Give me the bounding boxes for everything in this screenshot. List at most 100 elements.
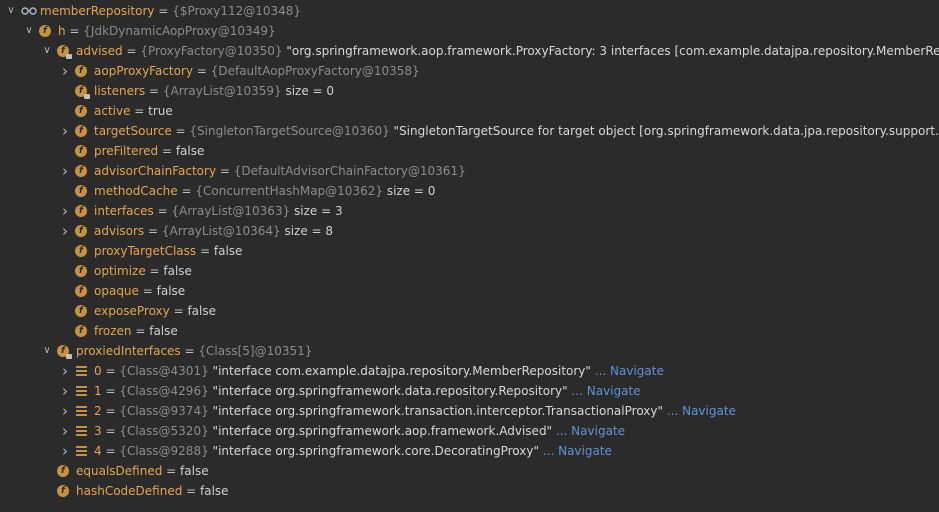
chevron-down-icon[interactable]: ∨ — [40, 41, 54, 61]
tree-row-text: advisors = {ArrayList@10364} size = 8 — [94, 221, 333, 241]
tree-row-text: aopProxyFactory = {DefaultAopProxyFactor… — [94, 61, 420, 81]
navigate-link[interactable]: ... Navigate — [667, 404, 736, 418]
variable-name: memberRepository — [40, 4, 155, 18]
tree-row[interactable]: ›fmethodCache = {ConcurrentHashMap@10362… — [0, 181, 939, 201]
chevron-right-icon[interactable]: › — [58, 361, 72, 381]
variable-name: 2 — [94, 404, 102, 418]
chevron-right-icon[interactable]: › — [58, 401, 72, 421]
variable-name: 4 — [94, 444, 102, 458]
field-icon: f — [75, 185, 87, 197]
variable-name: equalsDefined — [76, 464, 163, 478]
tree-row-text: methodCache = {ConcurrentHashMap@10362} … — [94, 181, 435, 201]
equals-sign: = — [180, 344, 199, 358]
tree-row[interactable]: ›fexposeProxy = false — [0, 301, 939, 321]
tree-row-text: proxyTargetClass = false — [94, 241, 242, 261]
tree-row[interactable]: › 4 = {Class@9288} "interface org.springf… — [0, 441, 939, 461]
array-element-icon — [76, 366, 87, 376]
lock-icon — [66, 54, 72, 59]
tree-row[interactable]: › f targetSource = {SingletonTargetSource@… — [0, 121, 939, 141]
navigate-link[interactable]: ... Navigate — [595, 364, 664, 378]
tree-row[interactable]: ∨ f h = {JdkDynamicAopProxy@10349} — [0, 21, 939, 41]
object-reference: {ArrayList@10359} — [162, 84, 282, 98]
variable-value: false — [180, 464, 209, 478]
tree-row[interactable]: › 0 = {Class@4301} "interface com.example… — [0, 361, 939, 381]
chevron-right-icon[interactable]: › — [58, 161, 72, 181]
equals-sign: = — [162, 464, 181, 478]
debugger-variables-tree[interactable]: ∨ memberRepository = {$Proxy112@10348} ∨ f h… — [0, 1, 939, 501]
chevron-right-icon[interactable]: › — [58, 441, 72, 461]
equals-sign: = — [193, 64, 211, 78]
tree-row-text: listeners = {ArrayList@10359} size = 0 — [94, 81, 334, 101]
tree-row[interactable]: ›foptimize = false — [0, 261, 939, 281]
tree-row[interactable]: › f aopProxyFactory = {DefaultAopProxyFact… — [0, 61, 939, 81]
chevron-right-icon[interactable]: › — [58, 221, 72, 241]
chevron-right-icon[interactable]: › — [58, 201, 72, 221]
collection-size: size = 3 — [294, 204, 343, 218]
string-value: "interface org.springframework.aop.frame… — [212, 424, 553, 438]
object-reference: {Class@9374} — [119, 404, 209, 418]
field-icon: f — [75, 125, 87, 137]
tree-row[interactable]: › 1 = {Class@4296} "interface org.springf… — [0, 381, 939, 401]
variable-name: proxyTargetClass — [94, 244, 197, 258]
chevron-down-icon[interactable]: ∨ — [22, 21, 36, 41]
field-icon: f — [75, 285, 87, 297]
equals-sign: = — [153, 204, 172, 218]
tree-row[interactable]: › 2 = {Class@9374} "interface org.springf… — [0, 401, 939, 421]
field-icon: f — [75, 165, 87, 177]
variable-name: optimize — [94, 264, 146, 278]
collection-size: size = 8 — [284, 224, 334, 238]
string-value: "interface com.example.datajpa.repositor… — [212, 364, 591, 378]
equals-sign: = — [144, 224, 162, 238]
field-icon: f — [75, 245, 87, 257]
variable-value: false — [200, 484, 229, 498]
tree-row[interactable]: › 3 = {Class@5320} "interface org.springf… — [0, 421, 939, 441]
chevron-right-icon[interactable]: › — [58, 121, 72, 141]
tree-row-text: advisorChainFactory = {DefaultAdvisorCha… — [94, 161, 466, 181]
watch-icon — [21, 7, 37, 15]
field-icon: f — [75, 85, 90, 99]
chevron-right-icon[interactable]: › — [58, 421, 72, 441]
chevron-right-icon[interactable]: › — [58, 61, 72, 81]
field-icon: f — [57, 465, 69, 477]
object-reference: {Class@5320} — [119, 424, 209, 438]
tree-row[interactable]: ∨ memberRepository = {$Proxy112@10348} — [0, 1, 939, 21]
tree-row[interactable]: ›fequalsDefined = false — [0, 461, 939, 481]
array-element-icon — [76, 406, 87, 416]
tree-row[interactable]: ›flisteners = {ArrayList@10359} size = 0 — [0, 81, 939, 101]
object-reference: {JdkDynamicAopProxy@10349} — [83, 24, 276, 38]
chevron-right-icon[interactable]: › — [58, 381, 72, 401]
tree-row[interactable]: › f advisors = {ArrayList@10364} size = 8 — [0, 221, 939, 241]
equals-sign: = — [101, 444, 120, 458]
navigate-link[interactable]: ... Navigate — [543, 444, 612, 458]
variable-name: 1 — [94, 384, 102, 398]
tree-row[interactable]: ›factive = true — [0, 101, 939, 121]
variable-name: interfaces — [94, 204, 154, 218]
equals-sign: = — [182, 484, 201, 498]
tree-row[interactable]: › f interfaces = {ArrayList@10363} size = … — [0, 201, 939, 221]
tree-row[interactable]: ∨ f advised = {ProxyFactory@10350} "org.sp… — [0, 41, 939, 61]
variable-name: 3 — [94, 424, 102, 438]
equals-sign: = — [171, 124, 190, 138]
variable-name: advisorChainFactory — [94, 164, 217, 178]
tree-row[interactable]: ›fpreFiltered = false — [0, 141, 939, 161]
navigate-link[interactable]: ... Navigate — [556, 424, 625, 438]
string-value: "interface org.springframework.core.Deco… — [212, 444, 540, 458]
tree-row[interactable]: ›fproxyTargetClass = false — [0, 241, 939, 261]
equals-sign: = — [177, 184, 196, 198]
tree-row[interactable]: ∨ f proxiedInterfaces = {Class[5]@10351} — [0, 341, 939, 361]
tree-row[interactable]: ›fhashCodeDefined = false — [0, 481, 939, 501]
tree-row-text: active = true — [94, 101, 173, 121]
chevron-down-icon[interactable]: ∨ — [4, 1, 18, 21]
chevron-down-icon[interactable]: ∨ — [40, 341, 54, 361]
variable-name: methodCache — [94, 184, 178, 198]
tree-row[interactable]: › f advisorChainFactory = {DefaultAdvisorC… — [0, 161, 939, 181]
variable-value: false — [175, 144, 205, 158]
tree-row-text: opaque = false — [94, 281, 185, 301]
field-icon: f — [57, 45, 72, 59]
variable-value: false — [149, 324, 178, 338]
tree-row-text: exposeProxy = false — [94, 301, 216, 321]
navigate-link[interactable]: ... Navigate — [571, 384, 640, 398]
tree-row[interactable]: ›ffrozen = false — [0, 321, 939, 341]
tree-row[interactable]: ›fopaque = false — [0, 281, 939, 301]
string-value: "org.springframework.aop.framework.Proxy… — [286, 44, 939, 58]
